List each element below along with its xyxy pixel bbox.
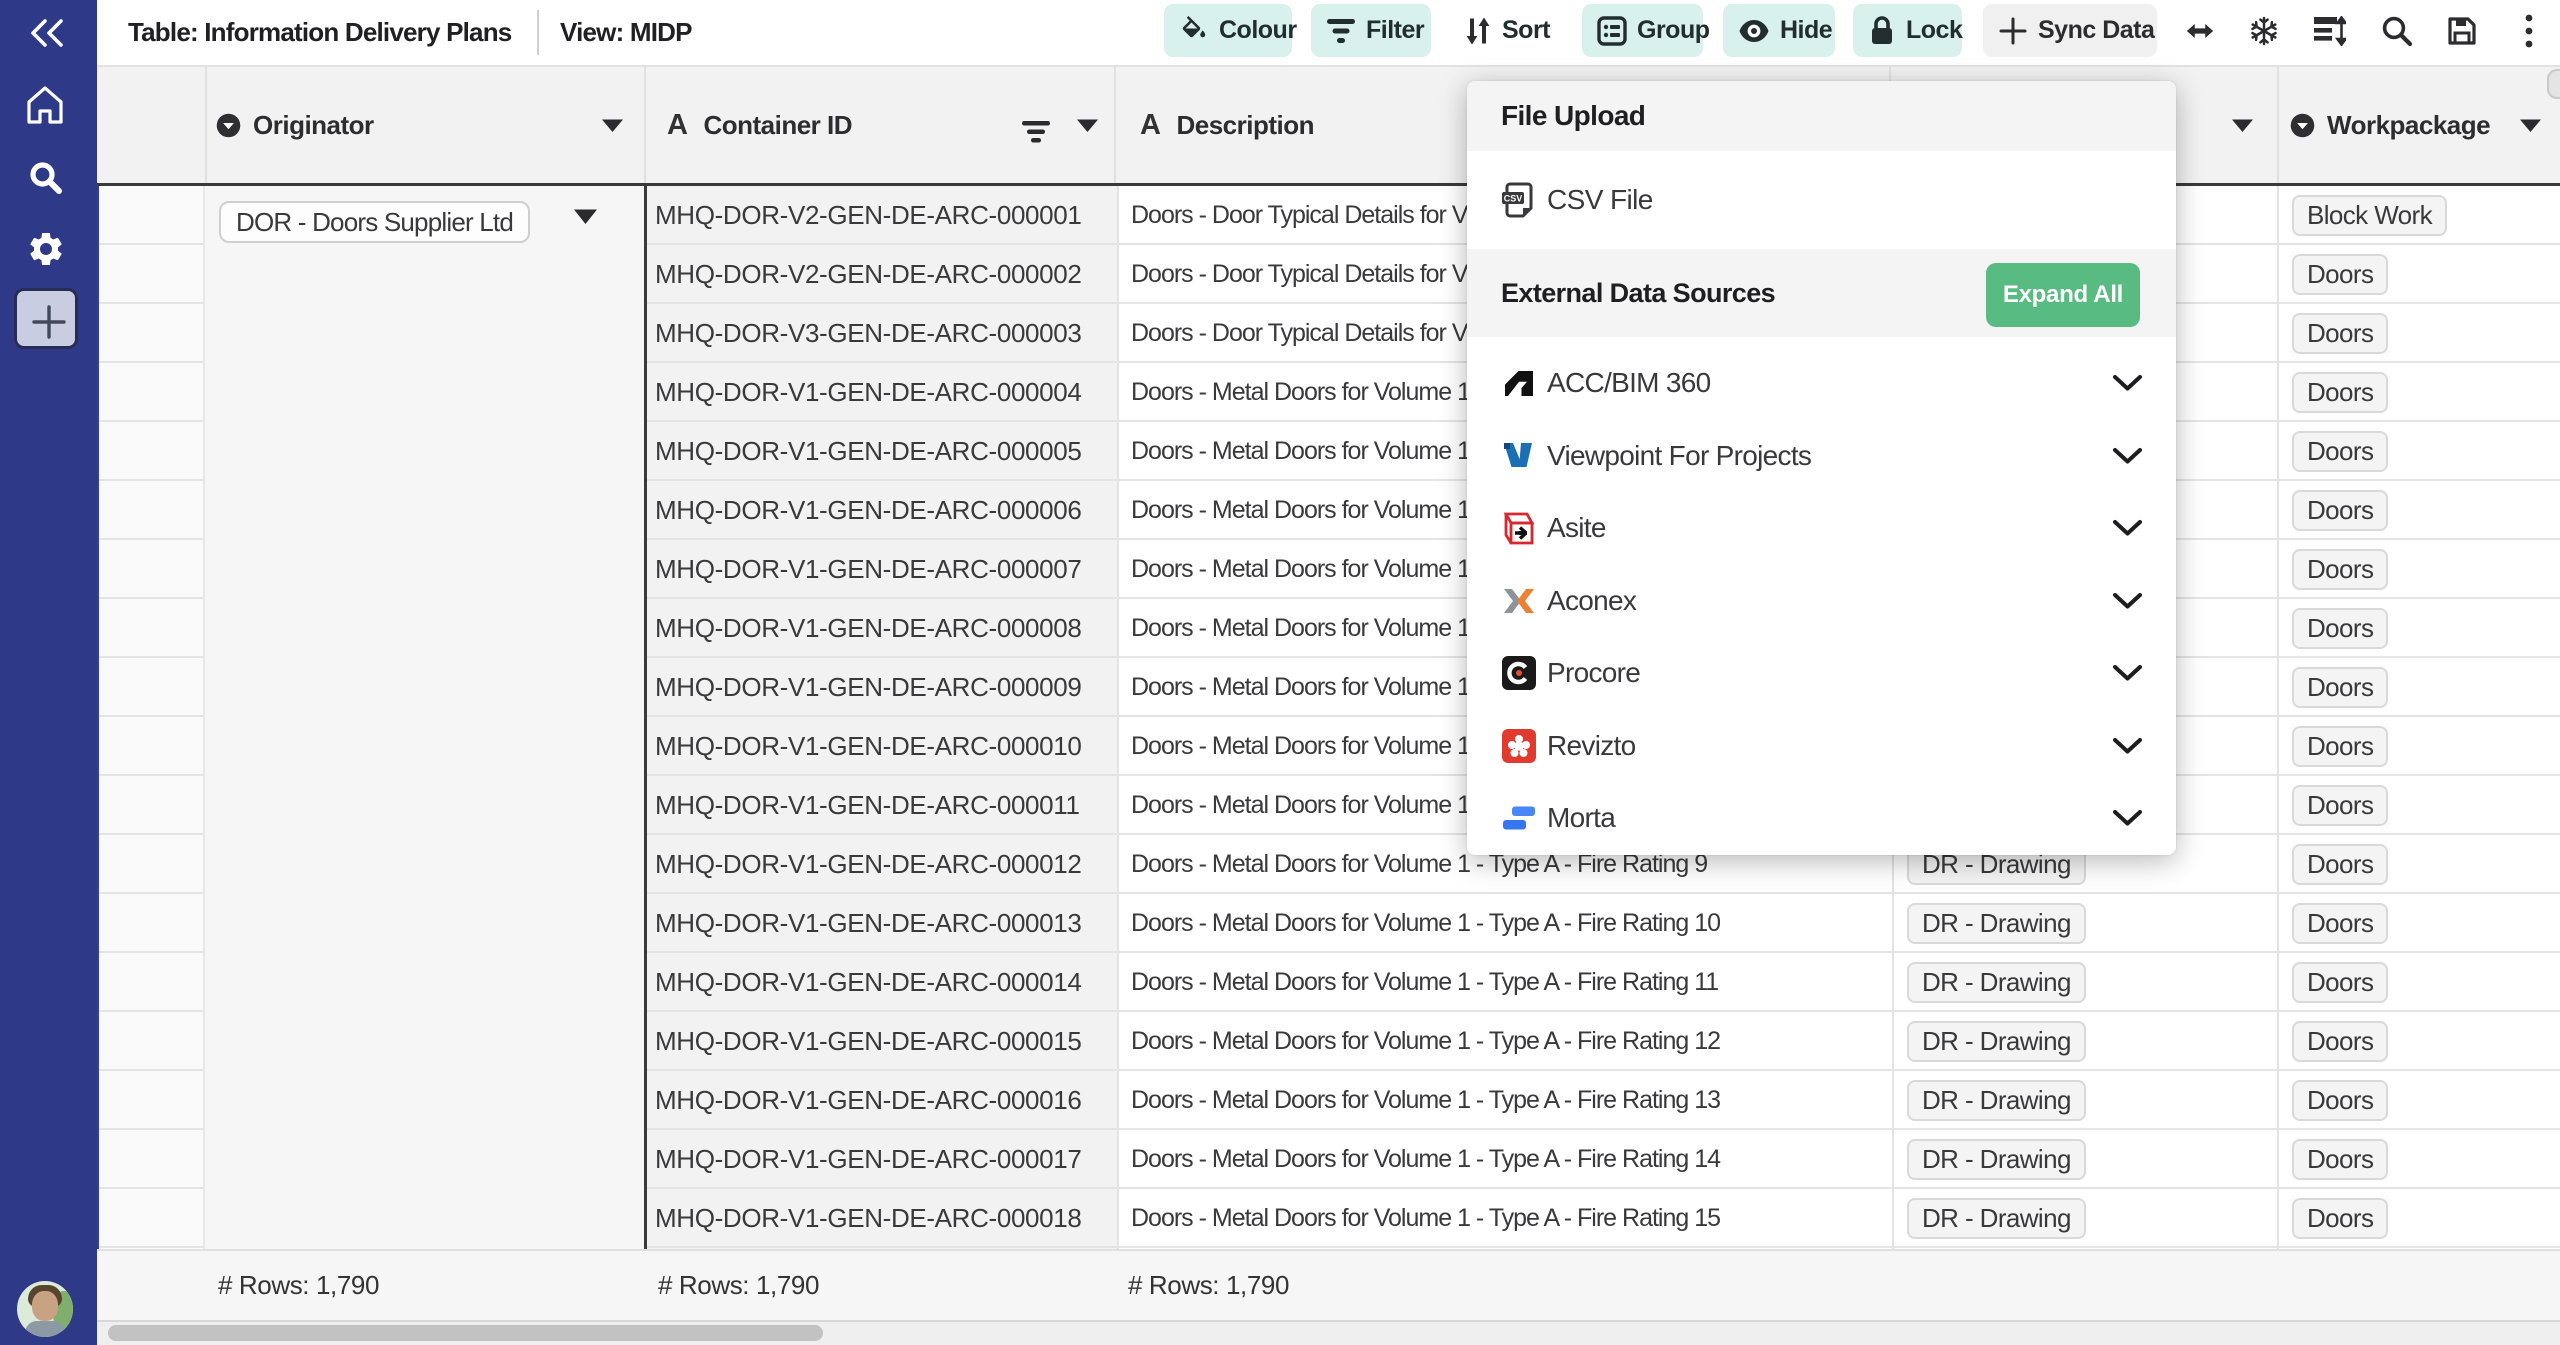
svg-text:CSV: CSV [1504,194,1523,204]
